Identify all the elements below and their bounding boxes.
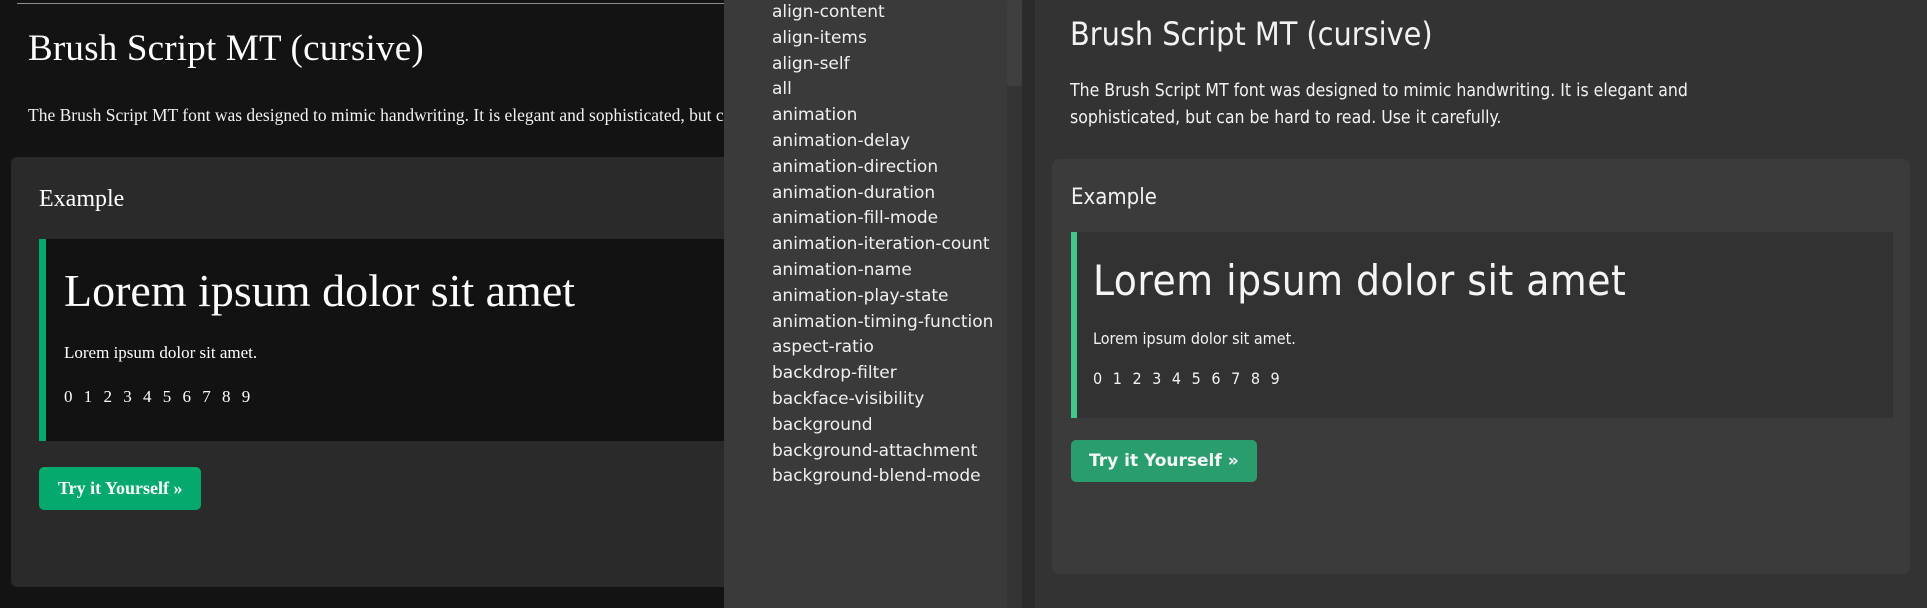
css-property-item[interactable]: animation-name <box>724 258 1035 284</box>
right-panel-content: Brush Script MT (cursive) The Brush Scri… <box>1035 0 1927 574</box>
panel-right-edge <box>1022 0 1035 608</box>
vertical-scrollbar[interactable] <box>1007 0 1022 608</box>
example-heading-alt: Example <box>1071 184 1157 210</box>
css-property-item[interactable]: animation-timing-function <box>724 310 1035 336</box>
left-rendering-panel: Brush Script MT (cursive) The Brush Scri… <box>0 0 724 608</box>
css-property-item[interactable]: all <box>724 77 1035 103</box>
css-property-item[interactable]: animation-fill-mode <box>724 206 1035 232</box>
css-property-item[interactable]: align-items <box>724 26 1035 52</box>
example-card-alt: Example Lorem ipsum dolor sit amet Lorem… <box>1052 158 1910 574</box>
css-property-item[interactable]: aspect-ratio <box>724 335 1035 361</box>
css-property-item[interactable]: animation-duration <box>724 181 1035 207</box>
example-card: Example Lorem ipsum dolor sit amet Lorem… <box>11 156 724 587</box>
css-property-item[interactable]: background <box>724 413 1035 439</box>
css-property-item[interactable]: animation-iteration-count <box>724 232 1035 258</box>
css-property-item[interactable]: background-blend-mode <box>724 464 1035 490</box>
screenshot-root: Brush Script MT (cursive) The Brush Scri… <box>0 0 1927 608</box>
css-property-item[interactable]: animation-direction <box>724 155 1035 181</box>
top-divider-rule <box>17 3 724 4</box>
css-property-list-panel: align-content align-items align-self all ani… <box>724 0 1035 608</box>
css-property-list: align-content align-items align-self all ani… <box>724 0 1035 490</box>
right-rendering-panel: Brush Script MT (cursive) The Brush Scri… <box>1035 0 1927 608</box>
sample-paragraph: Lorem ipsum dolor sit amet. <box>64 343 258 363</box>
try-it-yourself-button-alt[interactable]: Try it Yourself » <box>1071 440 1257 483</box>
css-property-item[interactable]: backdrop-filter <box>724 361 1035 387</box>
css-property-item[interactable]: align-content <box>724 0 1035 26</box>
css-property-item[interactable]: background-attachment <box>724 439 1035 465</box>
sample-heading-alt: Lorem ipsum dolor sit amet <box>1093 255 1627 305</box>
intro-paragraph: The Brush Script MT font was designed to… <box>28 105 724 126</box>
intro-paragraph-alt: The Brush Script MT font was designed to… <box>1070 80 1688 128</box>
css-property-item[interactable]: animation-play-state <box>724 284 1035 310</box>
scrollbar-thumb[interactable] <box>1007 0 1022 86</box>
css-property-item[interactable]: animation <box>724 103 1035 129</box>
example-preview-block: Lorem ipsum dolor sit amet Lorem ipsum d… <box>39 238 724 442</box>
sample-numbers: 0 1 2 3 4 5 6 7 8 9 <box>64 387 254 407</box>
left-panel-content: Brush Script MT (cursive) The Brush Scri… <box>0 0 724 587</box>
sample-paragraph-alt: Lorem ipsum dolor sit amet. <box>1093 329 1296 349</box>
try-it-yourself-button[interactable]: Try it Yourself » <box>39 467 202 511</box>
sample-heading: Lorem ipsum dolor sit amet <box>64 264 576 316</box>
css-property-item[interactable]: align-self <box>724 52 1035 78</box>
page-title-alt: Brush Script MT (cursive) <box>1070 15 1433 53</box>
css-property-item[interactable]: backface-visibility <box>724 387 1035 413</box>
page-title: Brush Script MT (cursive) <box>28 28 424 69</box>
example-preview-block-alt: Lorem ipsum dolor sit amet Lorem ipsum d… <box>1071 231 1893 419</box>
example-heading: Example <box>39 185 125 212</box>
sample-numbers-alt: 0 1 2 3 4 5 6 7 8 9 <box>1093 369 1283 389</box>
css-property-item[interactable]: animation-delay <box>724 129 1035 155</box>
